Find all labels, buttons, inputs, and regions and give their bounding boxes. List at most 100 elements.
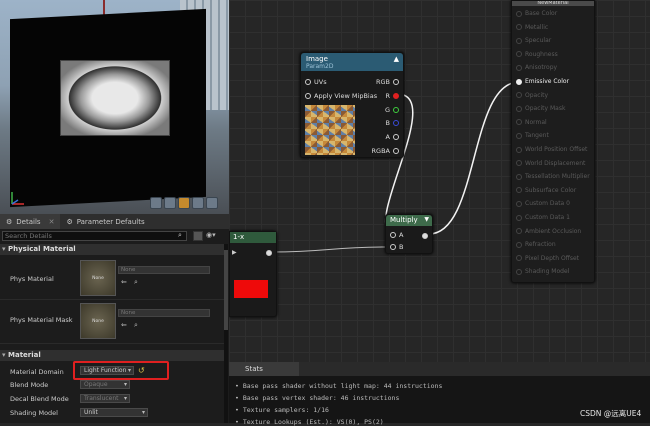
material-pin[interactable]: Roughness [516, 51, 558, 58]
material-pin[interactable]: Specular [516, 37, 551, 44]
details-scrollbar[interactable] [224, 244, 228, 423]
material-pin[interactable]: Normal [516, 119, 547, 126]
material-pin[interactable]: Tessellation Multiplier [516, 173, 590, 180]
pin-dot-icon [305, 79, 311, 85]
cube-button[interactable] [192, 197, 204, 209]
rgb-label: RGB [375, 78, 390, 86]
constant-output-pin[interactable] [266, 250, 272, 256]
material-pin-label: Ambient Occlusion [525, 227, 582, 235]
uvs-input-pin[interactable]: UVs [305, 78, 327, 86]
multiply-node[interactable]: Multiply ▼ A B [385, 214, 433, 254]
material-graph[interactable]: Image Param2D ▲ UVs Apply View MipBias R… [229, 0, 650, 362]
phys-material-mask-dropdown[interactable]: None [118, 309, 210, 317]
multiply-output-pin[interactable] [422, 233, 428, 239]
phys-material-dropdown[interactable]: None [118, 266, 210, 274]
material-pin[interactable]: Custom Data 1 [516, 214, 570, 221]
stat-line: • Base pass vertex shader: 46 instructio… [235, 394, 400, 402]
close-icon[interactable]: ✕ [49, 218, 55, 226]
pin-dot-icon [516, 24, 522, 31]
pin-dot-icon [393, 107, 399, 113]
material-pin[interactable]: Pixel Depth Offset [516, 255, 579, 262]
watermark: CSDN @远离UE4 [580, 409, 642, 418]
material-pin[interactable]: Metallic [516, 24, 548, 31]
eye-icon[interactable]: ◉▾ [206, 231, 216, 239]
color-preview-swatch [234, 280, 268, 298]
section-physical-material[interactable]: Physical Material [0, 244, 224, 255]
collapse-icon[interactable]: ▼ [424, 216, 429, 223]
material-pin[interactable]: Ambient Occlusion [516, 228, 581, 235]
browse-icon[interactable]: ⌕ [134, 278, 138, 287]
details-icon: ⚙ [6, 217, 13, 226]
tab-parameter-defaults[interactable]: ⚙ Parameter Defaults [60, 214, 150, 229]
tab-parameter-defaults-label: Parameter Defaults [76, 217, 145, 226]
details-tab-bar: ⚙ Details ✕ ⚙ Parameter Defaults [0, 214, 229, 229]
multiply-a-pin[interactable]: A [390, 231, 403, 239]
r-output-pin[interactable]: R [385, 92, 399, 100]
decal-blend-mode-combo[interactable]: Translucent [80, 394, 130, 403]
search-input[interactable]: Search Details [2, 231, 187, 241]
multiply-b-pin[interactable]: B [390, 243, 403, 251]
pin-dot-icon [393, 134, 399, 140]
tab-details-label: Details [16, 217, 41, 226]
material-pin-label: Normal [525, 118, 547, 126]
material-pin[interactable]: Refraction [516, 241, 556, 248]
material-pin[interactable]: Shading Model [516, 268, 569, 275]
search-icon[interactable]: ⌕ [178, 231, 187, 241]
material-pin[interactable]: Emissive Color [516, 78, 569, 85]
material-pin[interactable]: Base Color [516, 10, 557, 17]
pin-dot-icon [516, 146, 522, 153]
material-pin[interactable]: World Position Offset [516, 146, 587, 153]
sphere-button[interactable] [164, 197, 176, 209]
material-pin-label: Anisotropy [525, 64, 558, 72]
preview-viewport[interactable] [0, 0, 229, 214]
blend-mode-label: Blend Mode [10, 381, 49, 389]
material-pin[interactable]: World Displacement [516, 160, 585, 167]
phys-material-thumbnail[interactable]: None [80, 260, 116, 296]
property-matrix-icon[interactable] [193, 231, 203, 241]
rgb-output-pin[interactable]: RGB [376, 78, 399, 86]
phys-material-mask-thumbnail[interactable]: None [80, 303, 116, 339]
arrow-left-icon[interactable]: ⇐ [121, 321, 127, 329]
tab-details[interactable]: ⚙ Details ✕ [0, 214, 61, 229]
material-pin[interactable]: Anisotropy [516, 64, 557, 71]
material-pin[interactable]: Opacity [516, 92, 548, 99]
plane-button[interactable] [178, 197, 190, 209]
material-pin-label: World Displacement [525, 159, 586, 167]
material-pin-label: Tessellation Multiplier [525, 173, 590, 181]
pin-dot-icon [516, 37, 522, 44]
rgba-output-pin[interactable]: RGBA [372, 147, 399, 155]
material-pin-label: Specular [525, 37, 552, 45]
material-pin[interactable]: Tangent [516, 132, 549, 139]
material-pin[interactable]: Subsurface Color [516, 187, 576, 194]
material-result-node[interactable]: NewMaterial Base Color Metallic Specular Ro… [511, 0, 595, 283]
custom-mesh-button[interactable] [206, 197, 218, 209]
g-output-pin[interactable]: G [385, 106, 399, 114]
material-pin[interactable]: Opacity Mask [516, 105, 565, 112]
tab-stats[interactable]: Stats [229, 362, 299, 376]
b-output-pin[interactable]: B [386, 119, 399, 127]
blend-mode-combo[interactable]: Opaque [80, 380, 130, 389]
section-material[interactable]: Material [0, 350, 224, 361]
arrow-left-icon[interactable]: ⇐ [121, 278, 127, 286]
material-pin-label: Roughness [525, 50, 558, 58]
pin-dot-icon [516, 255, 522, 262]
viewport-shape-buttons [150, 197, 218, 209]
scrollbar-thumb[interactable] [224, 250, 228, 330]
material-pin-label: Metallic [525, 23, 549, 31]
shading-model-combo[interactable]: Unlit [80, 408, 148, 417]
collapse-icon[interactable]: ▲ [394, 55, 399, 63]
pin-dot-icon [516, 64, 522, 71]
pin-dot-icon [516, 200, 522, 207]
mipbias-input-pin[interactable]: Apply View MipBias [305, 92, 377, 100]
material-pin[interactable]: Custom Data 0 [516, 200, 570, 207]
stat-text: Base pass vertex shader: 46 instructions [242, 394, 400, 402]
cylinder-button[interactable] [150, 197, 162, 209]
viewport-light-texture [60, 60, 170, 136]
constant-node[interactable]: 1-x ▶ [229, 231, 277, 317]
a-output-pin[interactable]: A [386, 133, 399, 141]
image-texture-node[interactable]: Image Param2D ▲ UVs Apply View MipBias R… [300, 52, 404, 158]
pin-dot-icon [516, 92, 522, 99]
uvs-label: UVs [314, 78, 327, 86]
browse-icon[interactable]: ⌕ [134, 321, 138, 330]
parameter-icon: ⚙ [66, 217, 73, 226]
